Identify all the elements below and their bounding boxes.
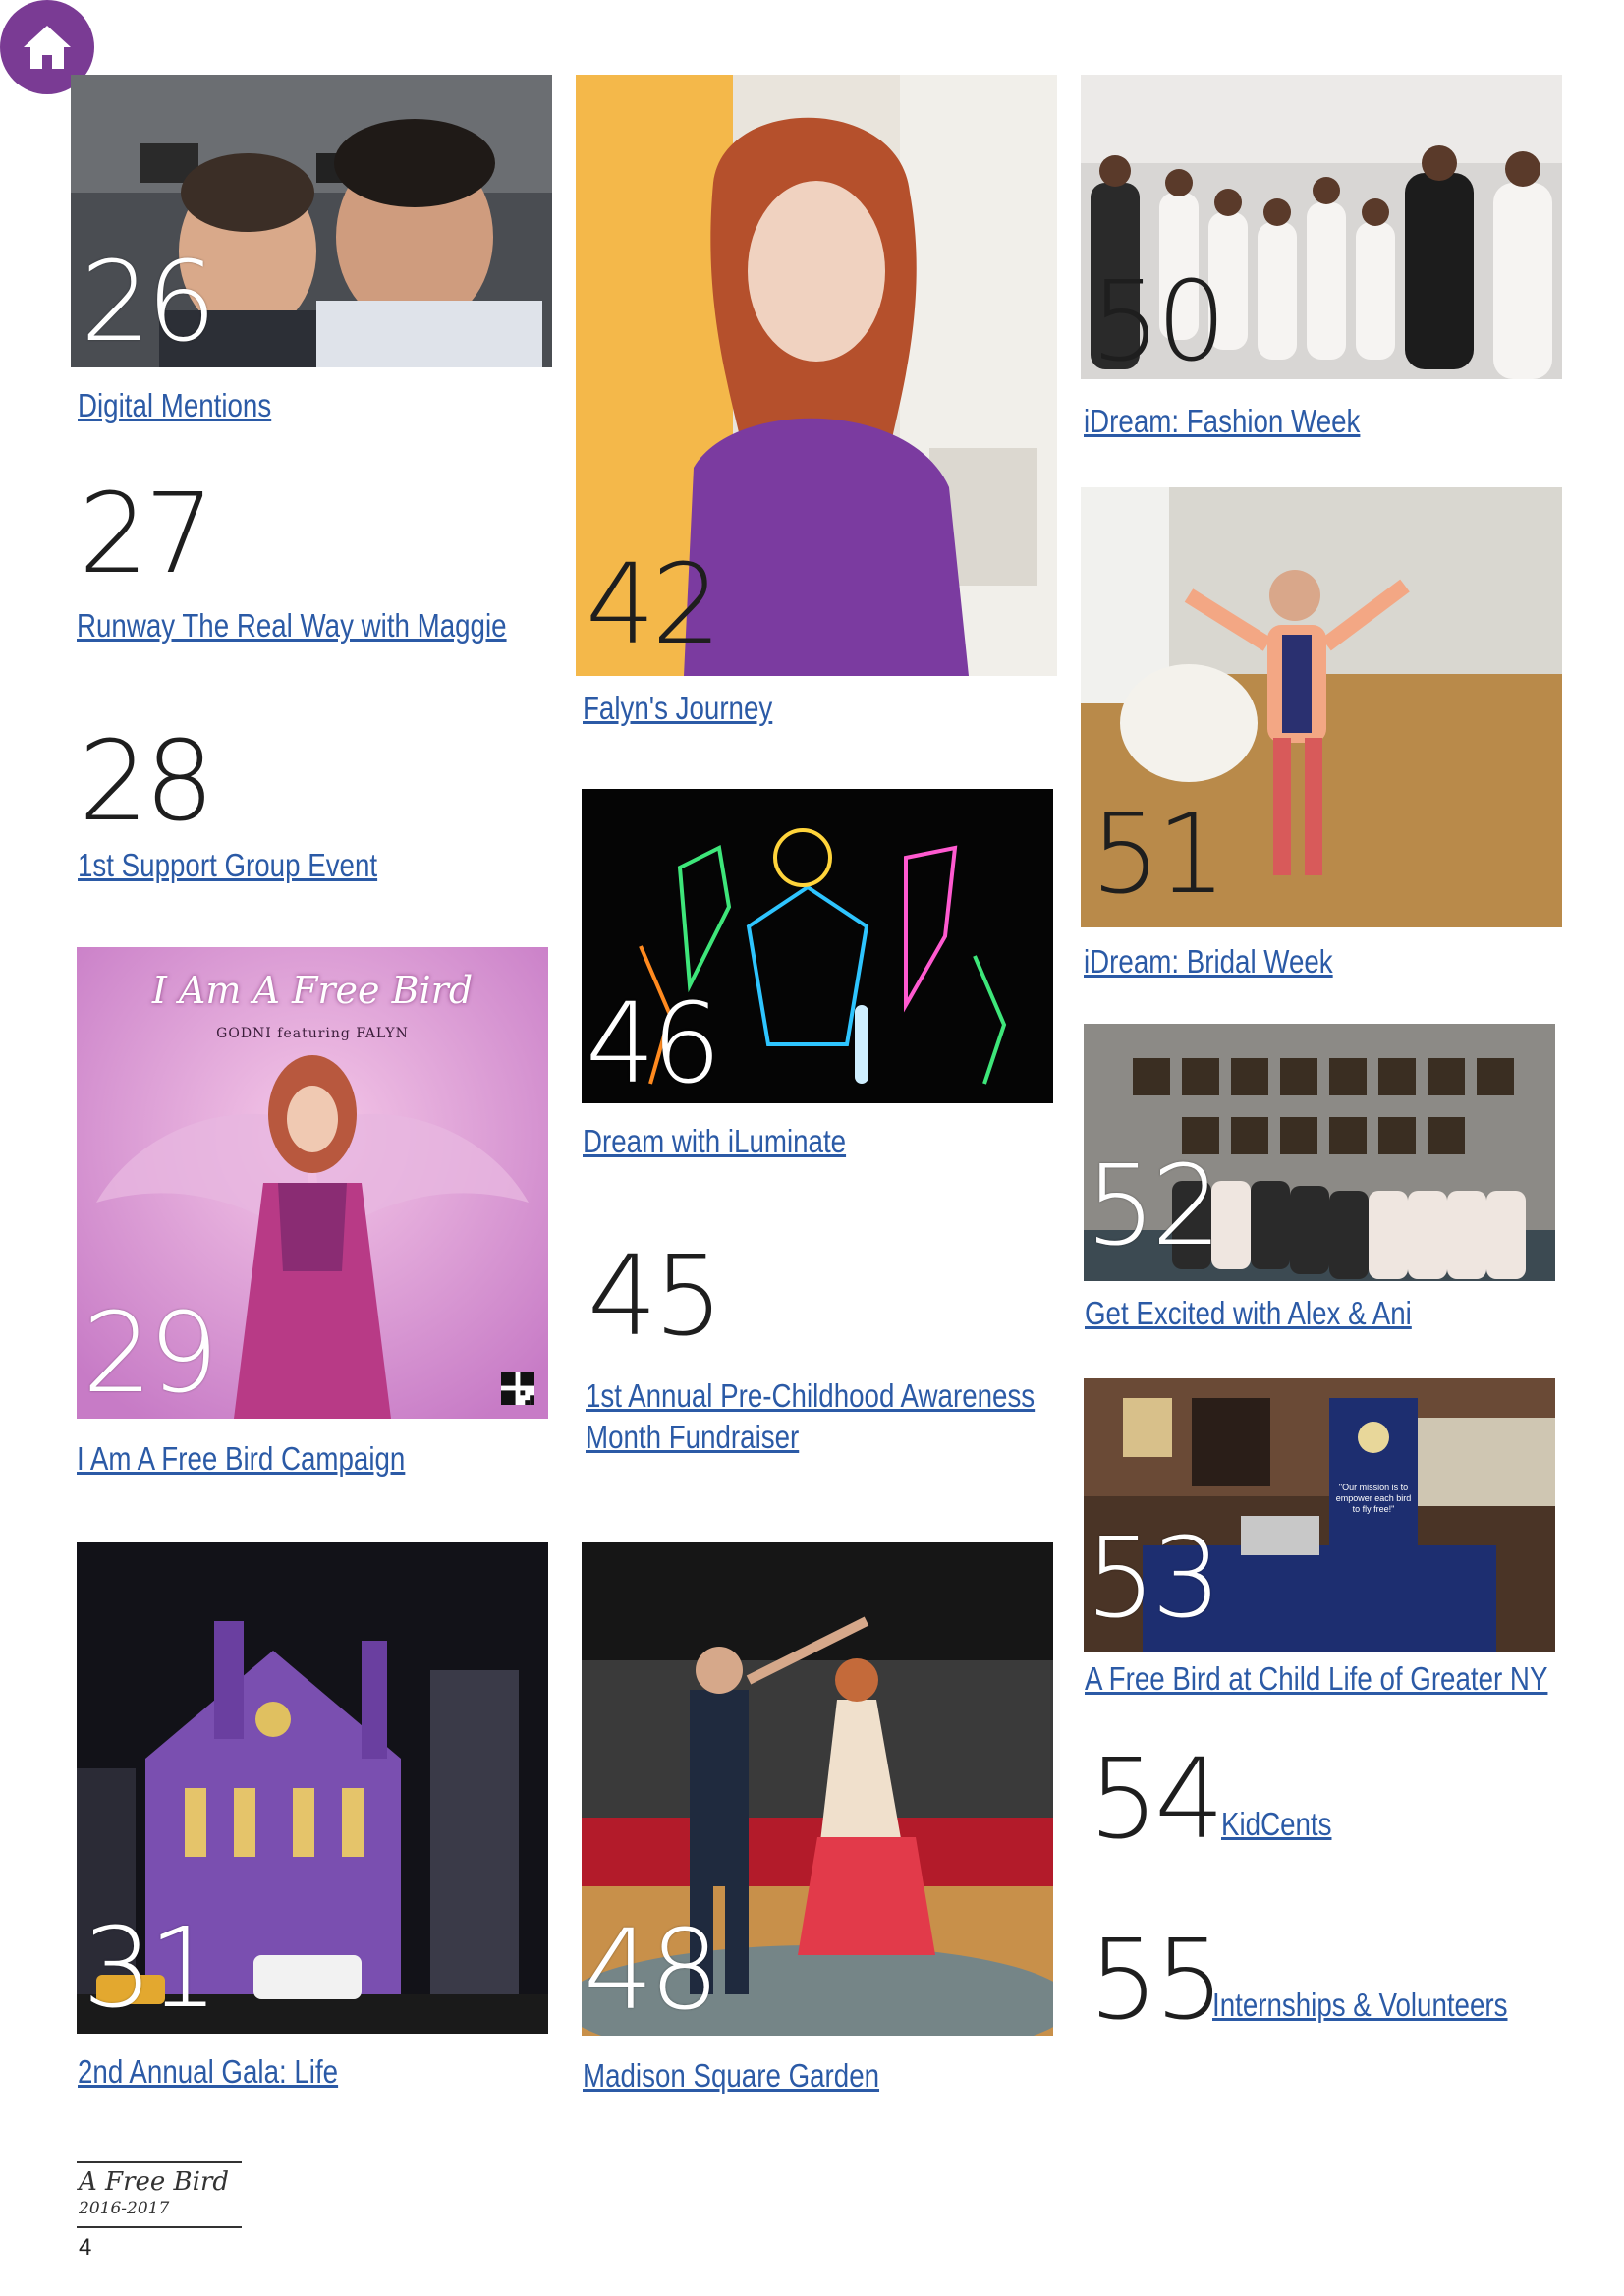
link-internships[interactable]: Internships & Volunteers: [1212, 1985, 1507, 2026]
thumbnail-free-bird-campaign[interactable]: I Am A Free Bird GODNI featuring FALYN 2…: [77, 947, 548, 1419]
page-number: 48: [584, 1907, 720, 2035]
page-number: 29: [83, 1290, 219, 1418]
page-number: 46: [586, 980, 722, 1103]
poster-title: I Am A Free Bird: [151, 969, 474, 1012]
page-number: 45: [588, 1233, 724, 1361]
link-falyns-journey[interactable]: Falyn's Journey: [583, 688, 772, 729]
page-number: 27: [79, 471, 215, 598]
page-number: 52: [1086, 1143, 1222, 1270]
link-fundraiser-line2[interactable]: Month Fundraiser: [586, 1417, 799, 1458]
link-child-life[interactable]: A Free Bird at Child Life of Greater NY: [1085, 1658, 1547, 1700]
page-number: 28: [79, 718, 215, 846]
link-fashion-week[interactable]: iDream: Fashion Week: [1084, 401, 1360, 442]
page-number: 51: [1091, 791, 1227, 919]
link-iluminate[interactable]: Dream with iLuminate: [583, 1121, 846, 1162]
link-fundraiser-line1[interactable]: 1st Annual Pre-Childhood Awareness: [586, 1375, 1035, 1417]
link-digital-mentions[interactable]: Digital Mentions: [78, 385, 271, 426]
thumbnail-digital-mentions[interactable]: 26: [71, 75, 552, 367]
link-alex-and-ani[interactable]: Get Excited with Alex & Ani: [1085, 1293, 1412, 1334]
link-bridal-week[interactable]: iDream: Bridal Week: [1084, 941, 1333, 982]
thumbnail-iluminate[interactable]: 46: [582, 789, 1053, 1103]
qr-code-icon: [501, 1372, 534, 1405]
thumbnail-alex-and-ani[interactable]: 52: [1084, 1024, 1555, 1281]
link-runway[interactable]: Runway The Real Way with Maggie: [77, 605, 507, 646]
banner-text: "Our mission is to empower each bird to …: [1335, 1483, 1412, 1514]
link-free-bird-campaign[interactable]: I Am A Free Bird Campaign: [77, 1438, 405, 1480]
poster-subtitle: GODNI featuring FALYN: [216, 1026, 409, 1041]
page-number: 26: [81, 239, 217, 366]
thumbnail-falyns-journey[interactable]: 42: [576, 75, 1057, 676]
footer-years: 2016-2017: [79, 2199, 170, 2218]
page-number: 31: [83, 1905, 219, 2033]
link-madison-square-garden[interactable]: Madison Square Garden: [583, 2055, 879, 2097]
page-number: 55: [1089, 1917, 1225, 2044]
thumbnail-madison-square-garden[interactable]: 48: [582, 1542, 1053, 2036]
footer-logo: A Free Bird 2016-2017: [77, 2161, 242, 2228]
thumbnail-gala[interactable]: 31: [77, 1542, 548, 2034]
link-kidcents[interactable]: KidCents: [1221, 1804, 1331, 1845]
link-support-group[interactable]: 1st Support Group Event: [78, 845, 377, 886]
page-number: 50: [1091, 258, 1227, 379]
thumbnail-child-life[interactable]: "Our mission is to empower each bird to …: [1084, 1378, 1555, 1652]
footer-page-number: 4: [79, 2234, 92, 2261]
page-number: 53: [1086, 1515, 1222, 1643]
home-icon: [24, 26, 71, 69]
page-number: 54: [1089, 1736, 1225, 1864]
link-gala[interactable]: 2nd Annual Gala: Life: [78, 2051, 338, 2093]
page-number: 42: [586, 541, 722, 669]
thumbnail-bridal-week[interactable]: 51: [1081, 487, 1562, 927]
thumbnail-fashion-week[interactable]: 50: [1081, 75, 1562, 379]
footer-title: A Free Bird: [79, 2167, 230, 2197]
